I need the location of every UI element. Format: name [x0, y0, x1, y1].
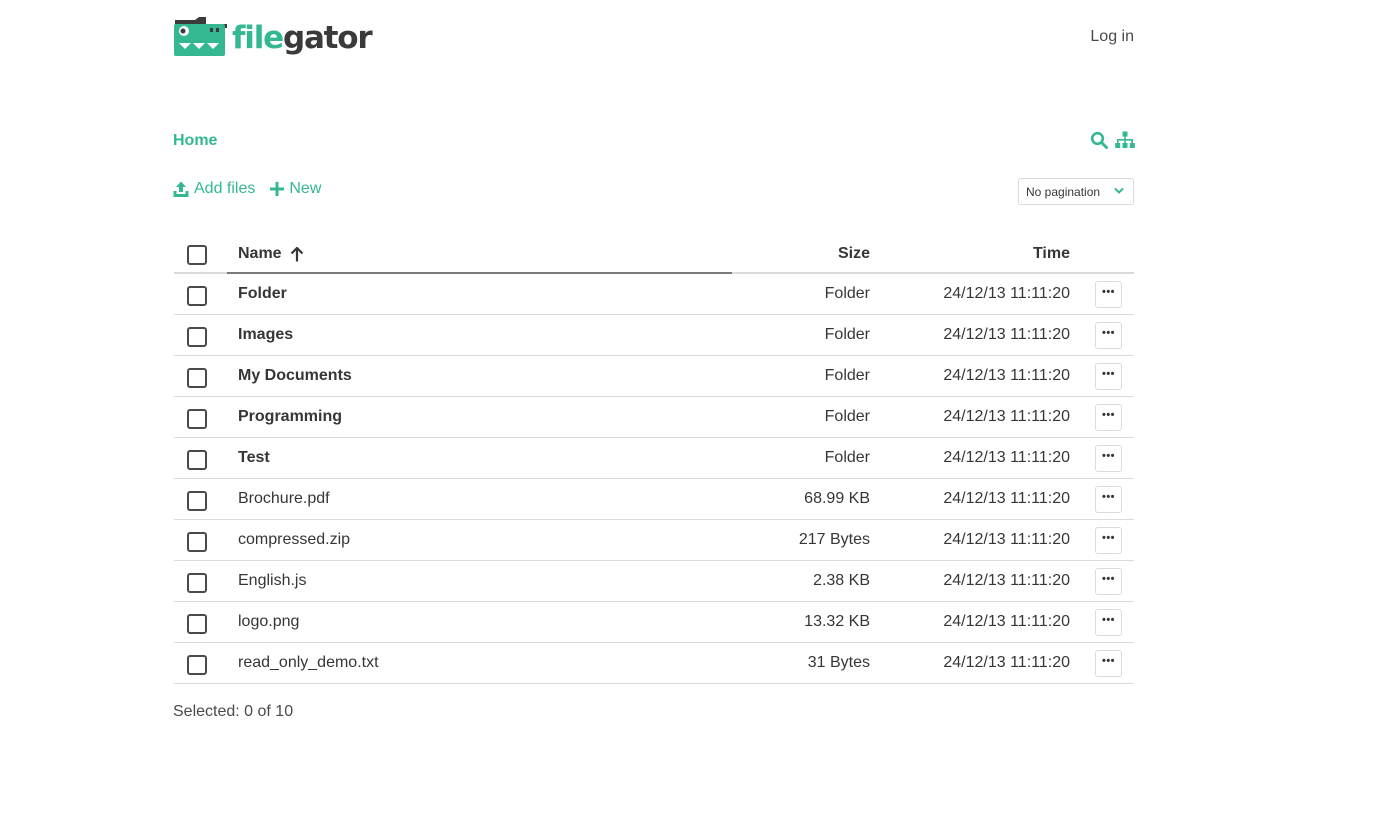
- file-name[interactable]: logo.png: [238, 613, 299, 631]
- file-size: Folder: [824, 408, 870, 425]
- search-icon[interactable]: [1090, 131, 1108, 149]
- filegator-logo[interactable]: filegator: [173, 16, 373, 58]
- table-row[interactable]: compressed.zip 217 Bytes 24/12/13 11:11:20…: [174, 520, 1134, 561]
- add-files-label: Add files: [194, 180, 256, 197]
- column-header-time[interactable]: Time: [1033, 245, 1070, 263]
- column-header-size[interactable]: Size: [838, 245, 870, 263]
- row-actions-button[interactable]: •••: [1095, 445, 1122, 472]
- row-actions-button[interactable]: •••: [1095, 281, 1122, 308]
- file-time: 24/12/13 11:11:20: [943, 367, 1070, 384]
- row-actions-button[interactable]: •••: [1095, 322, 1122, 349]
- table-header: Name Size Time: [174, 232, 1134, 274]
- table-row[interactable]: logo.png 13.32 KB 24/12/13 11:11:20 •••: [174, 602, 1134, 643]
- file-time: 24/12/13 11:11:20: [943, 285, 1070, 302]
- table-row[interactable]: Brochure.pdf 68.99 KB 24/12/13 11:11:20 •••: [174, 479, 1134, 520]
- folder-name[interactable]: Images: [238, 326, 293, 344]
- arrow-up-icon: [290, 246, 303, 261]
- file-name[interactable]: compressed.zip: [238, 531, 350, 549]
- pagination-selected-value: No pagination: [1026, 184, 1101, 199]
- new-button[interactable]: New: [270, 180, 321, 198]
- ellipsis-icon: •••: [1101, 450, 1116, 462]
- sitemap-icon[interactable]: [1115, 131, 1135, 149]
- table-body: Folder Folder 24/12/13 11:11:20 ••• Images Fo…: [174, 274, 1134, 684]
- row-actions-button[interactable]: •••: [1095, 568, 1122, 595]
- file-size: 13.32 KB: [804, 613, 870, 630]
- folder-name[interactable]: Programming: [238, 408, 342, 426]
- row-checkbox[interactable]: [187, 532, 207, 552]
- row-checkbox[interactable]: [187, 450, 207, 470]
- folder-name[interactable]: Test: [238, 449, 270, 467]
- ellipsis-icon: •••: [1101, 532, 1116, 544]
- file-size: Folder: [824, 285, 870, 302]
- row-actions-button[interactable]: •••: [1095, 650, 1122, 677]
- select-all-checkbox[interactable]: [187, 245, 207, 265]
- table-row[interactable]: read_only_demo.txt 31 Bytes 24/12/13 11:11…: [174, 643, 1134, 684]
- row-actions-button[interactable]: •••: [1095, 404, 1122, 431]
- ellipsis-icon: •••: [1101, 655, 1116, 667]
- file-time: 24/12/13 11:11:20: [943, 654, 1070, 671]
- ellipsis-icon: •••: [1101, 368, 1116, 380]
- file-size: 217 Bytes: [798, 531, 870, 548]
- ellipsis-icon: •••: [1101, 286, 1116, 298]
- file-time: 24/12/13 11:11:20: [943, 490, 1070, 507]
- new-label: New: [289, 180, 322, 197]
- upload-icon: [173, 181, 189, 197]
- table-row[interactable]: Test Folder 24/12/13 11:11:20 •••: [174, 438, 1134, 479]
- file-name[interactable]: read_only_demo.txt: [238, 654, 379, 672]
- file-table: Name Size Time Folder Folder 24/12/13 11:1…: [174, 232, 1134, 684]
- page-container: filegator Log in Home Add files New No p…: [173, 0, 1135, 823]
- column-name-label: Name: [238, 245, 282, 262]
- chevron-down-icon: [1114, 187, 1124, 194]
- file-size: Folder: [824, 449, 870, 466]
- toolbar-tools: [1090, 131, 1135, 149]
- file-time: 24/12/13 11:11:20: [943, 408, 1070, 425]
- file-time: 24/12/13 11:11:20: [943, 613, 1070, 630]
- file-time: 24/12/13 11:11:20: [943, 449, 1070, 466]
- folder-name[interactable]: Folder: [238, 285, 287, 303]
- file-actions: Add files New: [173, 180, 321, 198]
- file-time: 24/12/13 11:11:20: [943, 572, 1070, 589]
- ellipsis-icon: •••: [1101, 327, 1116, 339]
- gator-folder-icon: [174, 17, 227, 56]
- row-actions-button[interactable]: •••: [1095, 486, 1122, 513]
- table-row[interactable]: My Documents Folder 24/12/13 11:11:20 •••: [174, 356, 1134, 397]
- file-time: 24/12/13 11:11:20: [943, 326, 1070, 343]
- ellipsis-icon: •••: [1101, 491, 1116, 503]
- row-actions-button[interactable]: •••: [1095, 609, 1122, 636]
- row-actions-button[interactable]: •••: [1095, 527, 1122, 554]
- row-checkbox[interactable]: [187, 286, 207, 306]
- folder-name[interactable]: My Documents: [238, 367, 352, 385]
- selection-summary: Selected: 0 of 10: [173, 703, 294, 720]
- table-row[interactable]: Folder Folder 24/12/13 11:11:20 •••: [174, 274, 1134, 315]
- row-checkbox[interactable]: [187, 573, 207, 593]
- add-files-button[interactable]: Add files: [173, 180, 255, 198]
- row-checkbox[interactable]: [187, 409, 207, 429]
- file-size: Folder: [824, 326, 870, 343]
- row-checkbox[interactable]: [187, 368, 207, 388]
- row-actions-button[interactable]: •••: [1095, 363, 1122, 390]
- row-checkbox[interactable]: [187, 327, 207, 347]
- row-checkbox[interactable]: [187, 655, 207, 675]
- plus-icon: [270, 182, 285, 196]
- file-name[interactable]: Brochure.pdf: [238, 490, 330, 508]
- file-time: 24/12/13 11:11:20: [943, 531, 1070, 548]
- column-header-name[interactable]: Name: [238, 245, 304, 263]
- file-name[interactable]: English.js: [238, 572, 306, 590]
- table-row[interactable]: English.js 2.38 KB 24/12/13 11:11:20 •••: [174, 561, 1134, 602]
- breadcrumb-home[interactable]: Home: [173, 132, 217, 150]
- file-size: 68.99 KB: [804, 490, 870, 507]
- row-checkbox[interactable]: [187, 614, 207, 634]
- pagination-select[interactable]: No pagination: [1018, 178, 1134, 205]
- file-size: Folder: [824, 367, 870, 384]
- ellipsis-icon: •••: [1101, 614, 1116, 626]
- table-row[interactable]: Images Folder 24/12/13 11:11:20 •••: [174, 315, 1134, 356]
- file-size: 31 Bytes: [807, 654, 870, 671]
- ellipsis-icon: •••: [1101, 409, 1116, 421]
- table-row[interactable]: Programming Folder 24/12/13 11:11:20 •••: [174, 397, 1134, 438]
- logo-wordmark: filegator: [232, 19, 373, 56]
- row-checkbox[interactable]: [187, 491, 207, 511]
- ellipsis-icon: •••: [1101, 573, 1116, 585]
- login-link[interactable]: Log in: [1090, 28, 1134, 46]
- file-size: 2.38 KB: [813, 572, 870, 589]
